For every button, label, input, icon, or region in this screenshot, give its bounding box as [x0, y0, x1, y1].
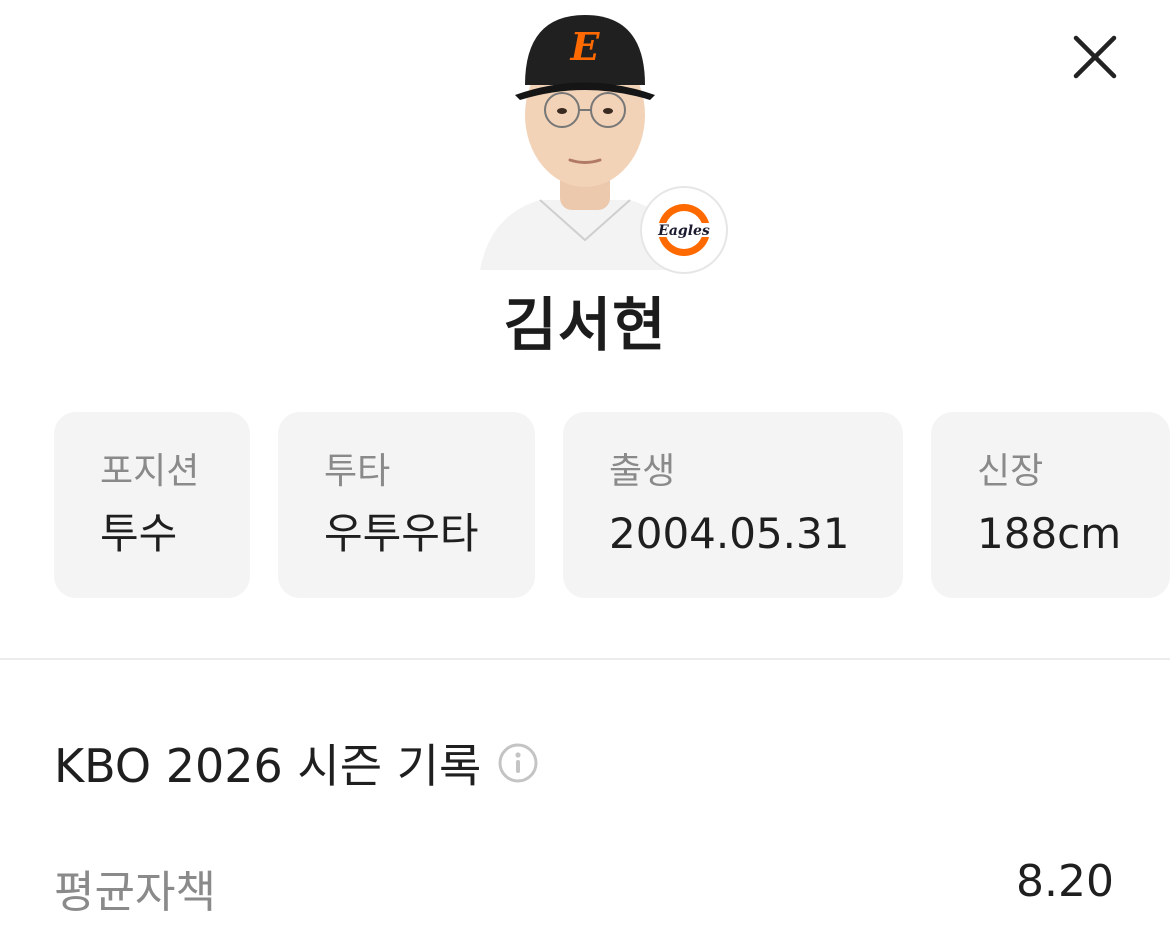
info-card-value: 투수 — [100, 509, 178, 558]
info-card-birth: 출생 2004.05.31 — [563, 412, 903, 598]
info-card-label: 신장 — [977, 451, 1044, 492]
season-title-text: KBO 2026 시즌 기록 — [54, 739, 482, 793]
player-name: 김서현 — [503, 291, 667, 359]
team-logo-icon: Eagles — [657, 204, 710, 256]
info-card-value: 우투우타 — [324, 509, 479, 558]
info-card-label: 투타 — [324, 451, 391, 492]
svg-text:Eagles: Eagles — [657, 223, 710, 239]
stat-value-era: 8.20 — [1016, 856, 1114, 907]
cap-logo: E — [570, 24, 601, 69]
close-icon — [1073, 35, 1117, 79]
info-card-position: 포지션 투수 — [54, 412, 250, 598]
info-card-bats-throws: 투타 우투우타 — [278, 412, 535, 598]
info-card-height: 신장 188cm — [931, 412, 1170, 598]
team-badge: Eagles — [640, 186, 728, 274]
section-divider — [0, 658, 1170, 660]
info-card-label: 포지션 — [100, 451, 200, 492]
info-card-value: 188cm — [977, 509, 1122, 558]
stat-label-era: 평균자책 — [54, 867, 216, 918]
info-card-label: 출생 — [609, 451, 676, 492]
info-icon[interactable] — [497, 742, 539, 784]
season-section-title: KBO 2026 시즌 기록 — [54, 730, 539, 796]
info-card-value: 2004.05.31 — [609, 509, 850, 558]
close-button[interactable] — [1060, 22, 1130, 92]
